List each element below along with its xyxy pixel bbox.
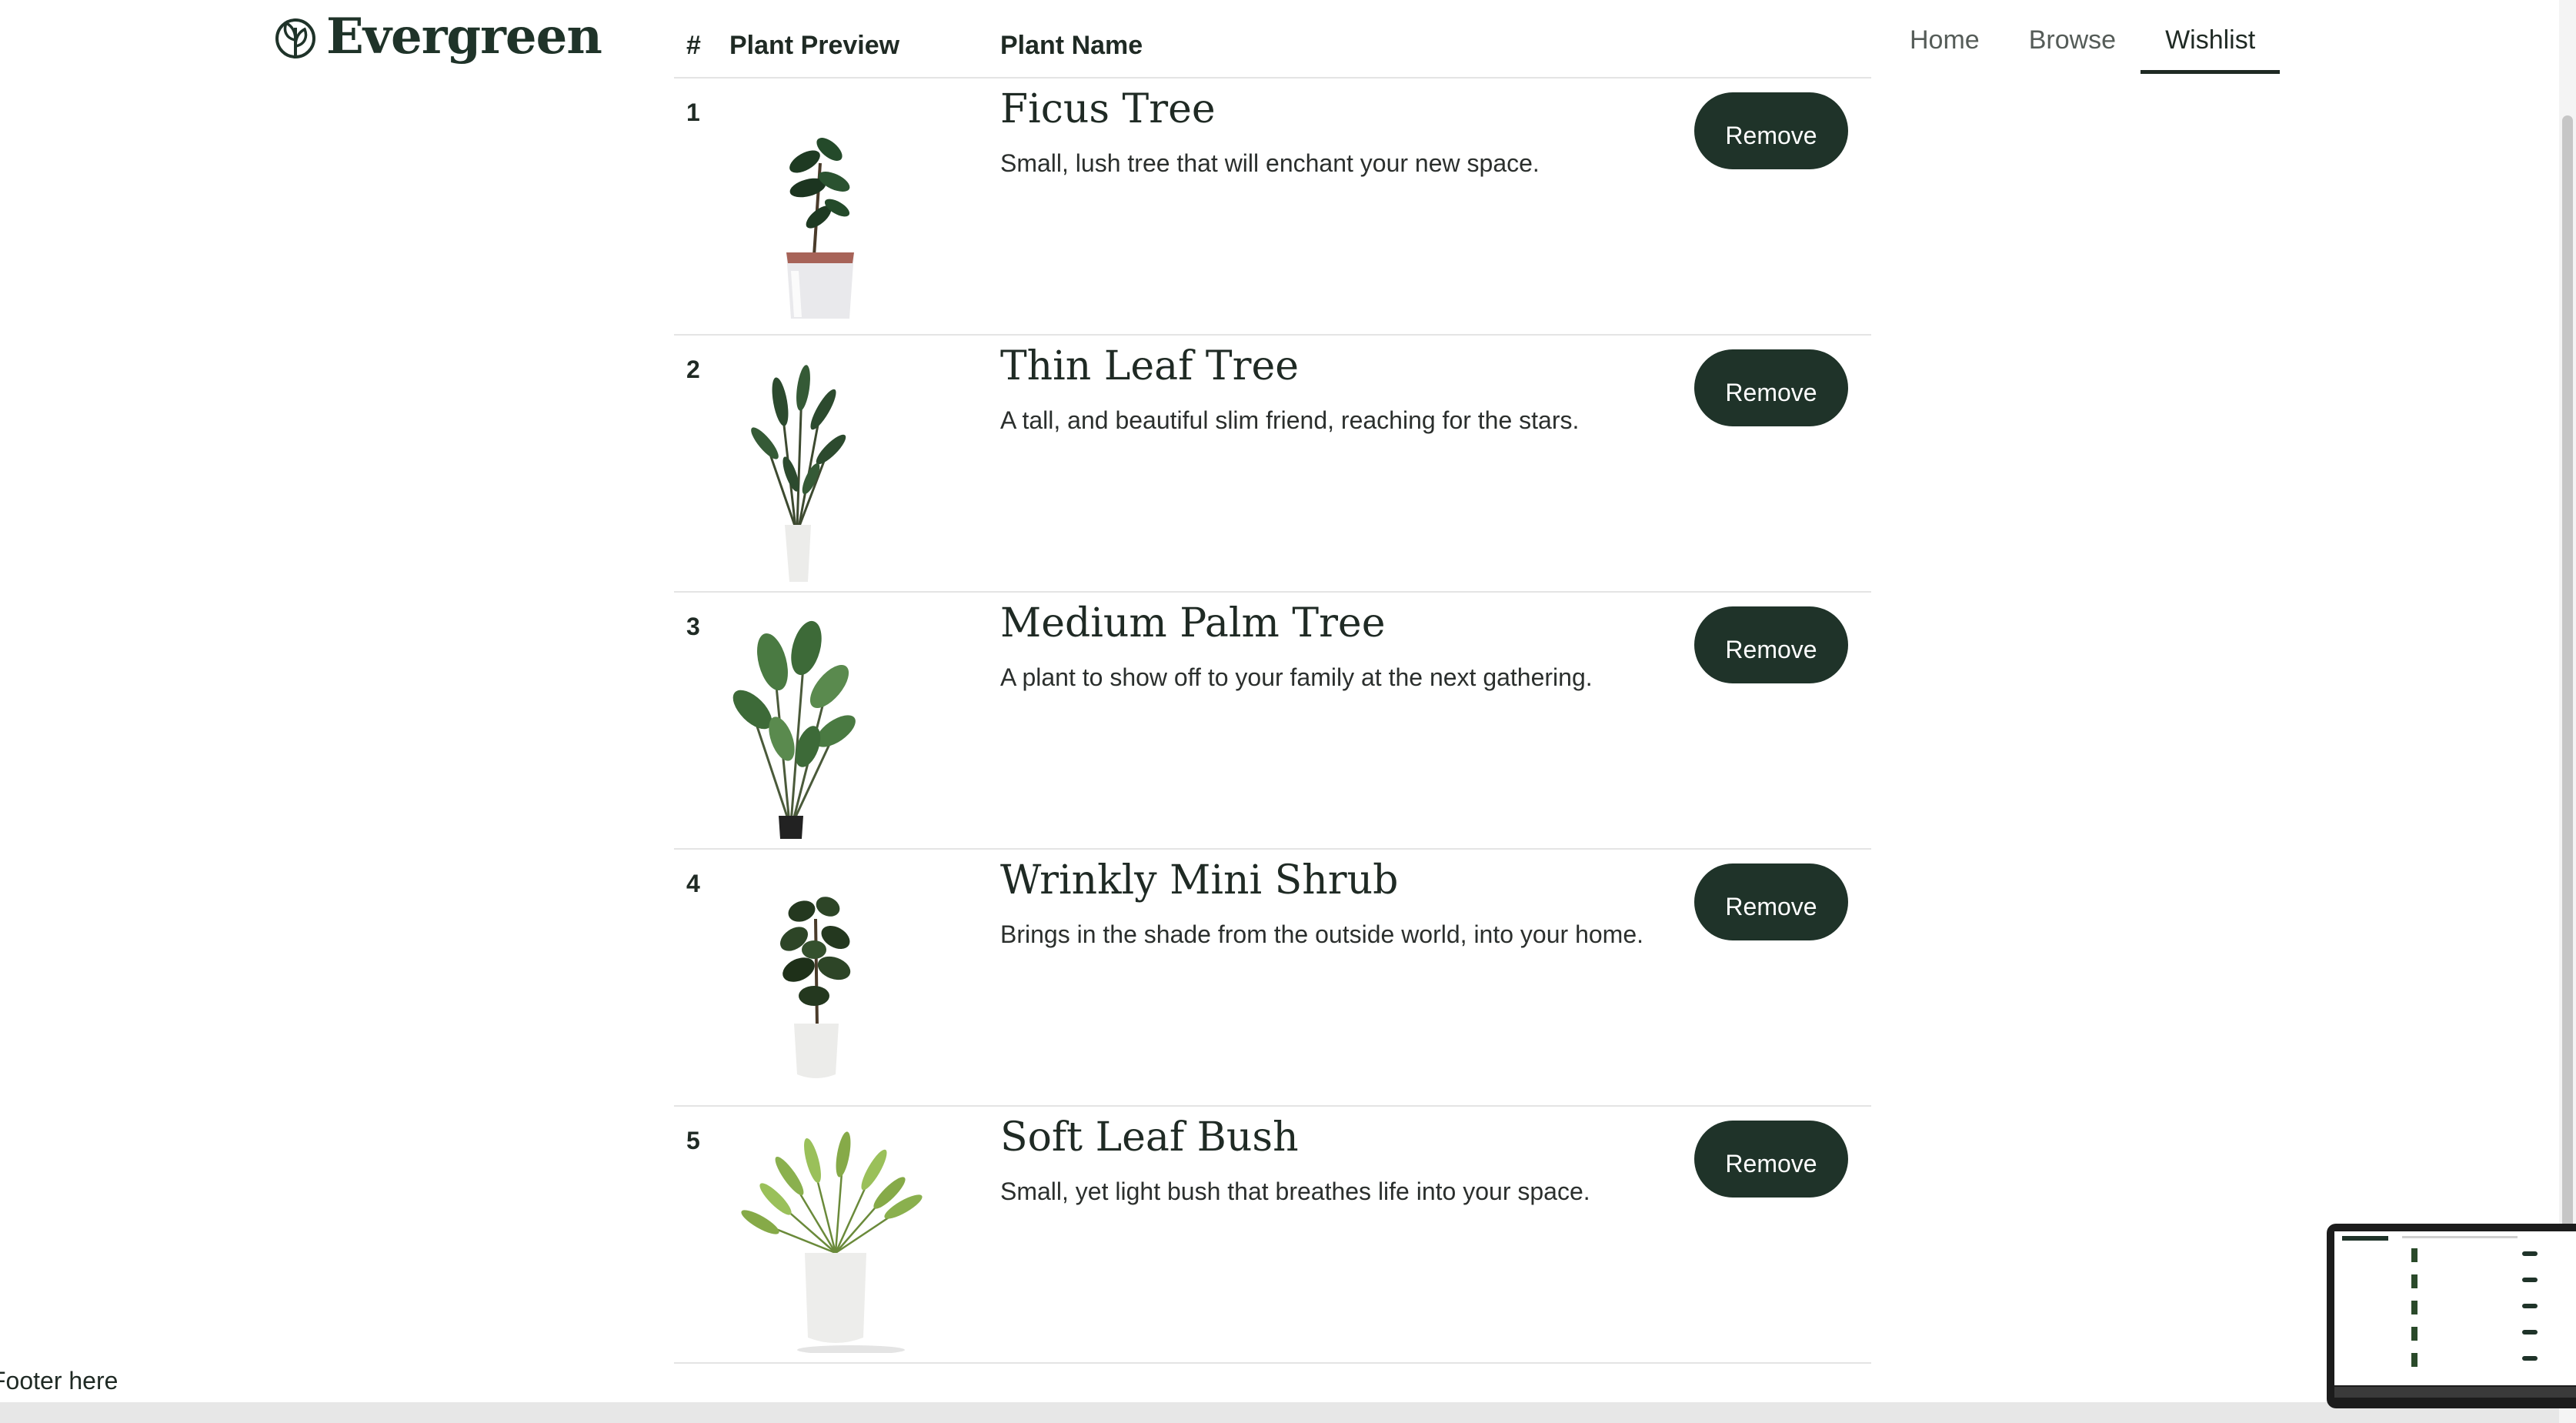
plant-name: Thin Leaf Tree bbox=[1000, 343, 1299, 389]
header-number: # bbox=[686, 31, 701, 60]
plant-description: A tall, and beautiful slim friend, reach… bbox=[1000, 406, 1580, 434]
table-row: 1 Ficus Tree Small, lush tree that will … bbox=[674, 78, 1871, 336]
nav-home[interactable]: Home bbox=[1885, 0, 2004, 74]
page: Evergreen # Plant Preview Plant Name 1 F… bbox=[0, 0, 2576, 1423]
brand-name: Evergreen bbox=[326, 8, 602, 65]
plant-name: Wrinkly Mini Shrub bbox=[1000, 857, 1399, 904]
remove-button[interactable]: Remove bbox=[1694, 1121, 1848, 1198]
table-row: 3 Medium Palm Tree A plant to show off t… bbox=[674, 593, 1871, 850]
remove-button[interactable]: Remove bbox=[1694, 606, 1848, 683]
table-row: 4 Wrinkly Mini Shrub Brings in the shade… bbox=[674, 850, 1871, 1107]
header-plant-name: Plant Name bbox=[1000, 31, 1143, 60]
plant-image-thin-leaf bbox=[728, 359, 936, 582]
plant-name: Medium Palm Tree bbox=[1000, 600, 1386, 646]
header-plant-preview: Plant Preview bbox=[729, 31, 900, 60]
plant-description: Brings in the shade from the outside wor… bbox=[1000, 920, 1643, 948]
nav-browse[interactable]: Browse bbox=[2004, 0, 2141, 74]
row-number: 3 bbox=[686, 613, 700, 640]
plant-image-ficus bbox=[728, 102, 936, 325]
brand-logo[interactable]: Evergreen bbox=[274, 12, 602, 62]
plant-image-soft-leaf-bush bbox=[728, 1130, 936, 1353]
remove-button[interactable]: Remove bbox=[1694, 863, 1848, 940]
wishlist-table: # Plant Preview Plant Name 1 Ficus Tree … bbox=[674, 0, 1871, 1364]
plant-description: A plant to show off to your family at th… bbox=[1000, 663, 1593, 691]
row-number: 2 bbox=[686, 356, 700, 383]
table-header: # Plant Preview Plant Name bbox=[674, 0, 1871, 78]
thumbnail-preview bbox=[2334, 1231, 2576, 1385]
thumbnail-dock bbox=[2334, 1387, 2576, 1398]
nav-wishlist[interactable]: Wishlist bbox=[2141, 0, 2281, 74]
main-nav: Home Browse Wishlist bbox=[1885, 0, 2281, 74]
row-number: 1 bbox=[686, 99, 700, 126]
plant-image-medium-palm bbox=[728, 616, 936, 839]
footer-strip bbox=[0, 1402, 2576, 1423]
plant-image-wrinkly-shrub bbox=[728, 873, 936, 1096]
remove-button[interactable]: Remove bbox=[1694, 92, 1848, 169]
plant-name: Ficus Tree bbox=[1000, 86, 1216, 132]
leaf-logo-icon bbox=[274, 12, 317, 62]
plant-name: Soft Leaf Bush bbox=[1000, 1114, 1299, 1161]
remove-button[interactable]: Remove bbox=[1694, 349, 1848, 426]
row-number: 4 bbox=[686, 870, 700, 897]
scrollbar-thumb[interactable] bbox=[2562, 115, 2573, 1270]
plant-description: Small, yet light bush that breathes life… bbox=[1000, 1177, 1590, 1205]
footer-text: Footer here bbox=[0, 1367, 118, 1395]
table-row: 5 Soft Leaf Bush Small, yet light bush t… bbox=[674, 1107, 1871, 1364]
plant-description: Small, lush tree that will enchant your … bbox=[1000, 149, 1540, 177]
row-number: 5 bbox=[686, 1127, 700, 1154]
table-row: 2 Thin Leaf Tree A tall, and beautiful s… bbox=[674, 336, 1871, 593]
screenshot-thumbnail[interactable] bbox=[2327, 1224, 2576, 1408]
